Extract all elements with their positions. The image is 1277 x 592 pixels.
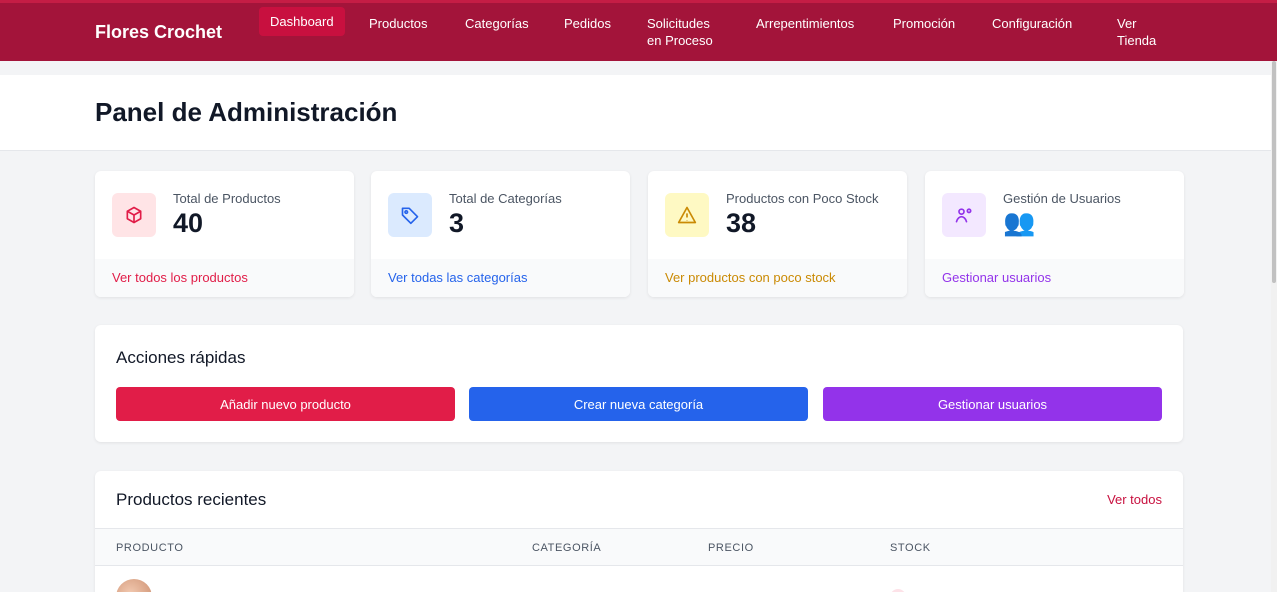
stat-label: Gestión de Usuarios (1003, 191, 1121, 206)
card-footer: Gestionar usuarios (925, 259, 1184, 297)
manage-users-button[interactable]: Gestionar usuarios (823, 387, 1162, 421)
create-category-button[interactable]: Crear nueva categoría (469, 387, 808, 421)
nav-ver-tienda[interactable]: Ver Tienda (1117, 15, 1162, 49)
link-ver-productos[interactable]: Ver todos los productos (112, 270, 248, 285)
see-all-link[interactable]: Ver todos (1107, 492, 1162, 507)
quick-actions-title: Acciones rápidas (116, 348, 246, 367)
nav-pedidos[interactable]: Pedidos (564, 15, 611, 32)
stat-label: Total de Productos (173, 191, 281, 206)
nav-solicitudes[interactable]: Solicitudes en Proceso (647, 15, 727, 49)
link-ver-categorias[interactable]: Ver todas las categorías (388, 270, 527, 285)
page-header: Panel de Administración (0, 75, 1277, 151)
recent-products-title: Productos recientes (116, 490, 267, 509)
card-footer: Ver productos con poco stock (648, 259, 907, 297)
scrollbar-thumb[interactable] (1272, 61, 1276, 283)
product-thumbnail (116, 579, 152, 592)
add-product-button[interactable]: Añadir nuevo producto (116, 387, 455, 421)
page-title: Panel de Administración (95, 97, 398, 127)
cube-icon (112, 193, 156, 237)
col-precio: PRECIO (708, 542, 754, 554)
col-categoria: CATEGORÍA (532, 542, 602, 554)
stat-value: 3 (449, 208, 465, 238)
page-scrollbar[interactable] (1271, 61, 1277, 592)
link-gestionar-usuarios[interactable]: Gestionar usuarios (942, 270, 1051, 285)
col-stock: STOCK (890, 542, 931, 554)
nav-dashboard[interactable]: Dashboard (259, 7, 345, 36)
nav-categorias[interactable]: Categorías (465, 15, 529, 32)
user-cog-icon (942, 193, 986, 237)
nav-promocion[interactable]: Promoción (893, 15, 955, 32)
brand-logo[interactable]: Flores Crochet (95, 22, 222, 43)
nav-productos[interactable]: Productos (369, 15, 428, 32)
recent-products-panel: Productos recientes Ver todos PRODUCTO C… (95, 471, 1183, 592)
tag-icon (388, 193, 432, 237)
stat-card-poco-stock: Productos con Poco Stock 38 Ver producto… (648, 171, 907, 297)
users-emoji-icon: 👥 (1003, 207, 1036, 237)
table-header: PRODUCTO CATEGORÍA PRECIO STOCK (95, 528, 1183, 566)
stat-card-categorias: Total de Categorías 3 Ver todas las cate… (371, 171, 630, 297)
stat-value: 38 (726, 208, 757, 238)
warning-icon (665, 193, 709, 237)
nav-configuracion[interactable]: Configuración (992, 15, 1072, 32)
nav-arrepentimientos[interactable]: Arrepentimientos (756, 15, 854, 32)
col-producto: PRODUCTO (116, 542, 184, 554)
link-ver-poco-stock[interactable]: Ver productos con poco stock (665, 270, 836, 285)
stat-card-productos: Total de Productos 40 Ver todos los prod… (95, 171, 354, 297)
stat-label: Total de Categorías (449, 191, 562, 206)
stat-value: 40 (173, 208, 204, 238)
card-footer: Ver todas las categorías (371, 259, 630, 297)
stat-label: Productos con Poco Stock (726, 191, 879, 206)
quick-actions-panel: Acciones rápidas Añadir nuevo producto C… (95, 325, 1183, 442)
top-navbar: Flores Crochet Dashboard Productos Categ… (0, 0, 1277, 61)
card-footer: Ver todos los productos (95, 259, 354, 297)
stat-card-usuarios: Gestión de Usuarios 👥 Gestionar usuarios (925, 171, 1184, 297)
